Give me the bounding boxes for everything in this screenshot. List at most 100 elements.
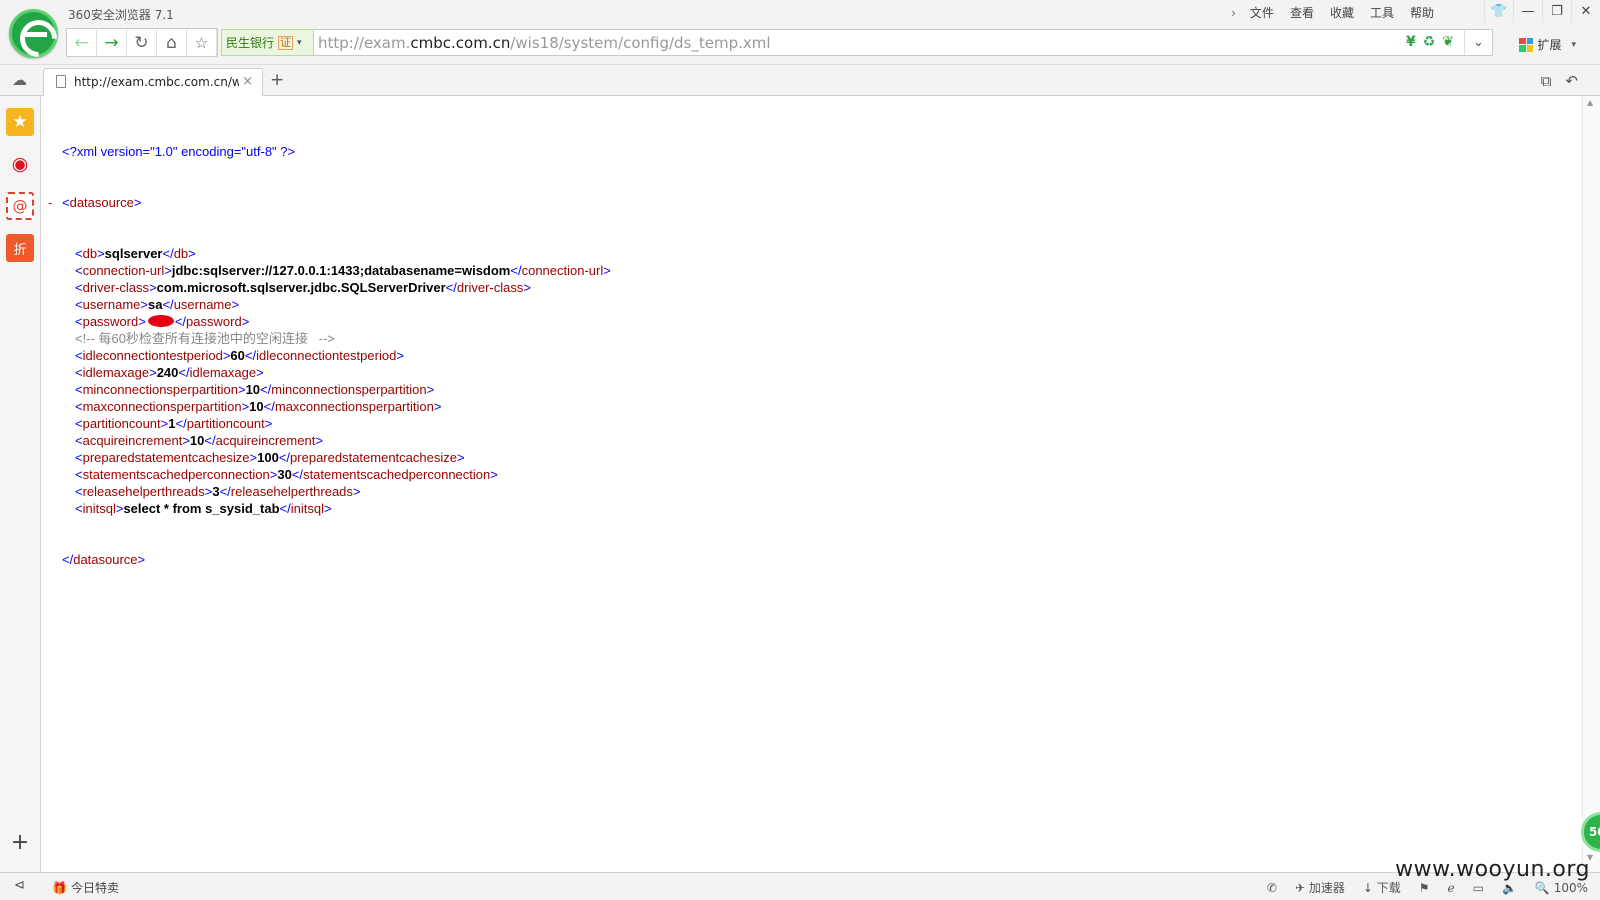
tag-name-close: username bbox=[173, 297, 232, 312]
menu-view[interactable]: 查看 bbox=[1282, 4, 1322, 22]
xml-element-row: <preparedstatementcachesize>100</prepare… bbox=[75, 450, 465, 465]
weibo-icon[interactable]: ◉ bbox=[6, 150, 34, 178]
favorites-star-icon[interactable]: ★ bbox=[6, 108, 34, 136]
xml-elements: <db>sqlserver</db> <connection-url>jdbc:s… bbox=[62, 245, 611, 517]
tag-value: sa bbox=[148, 297, 163, 312]
tab-tools: ⧉ ↶ bbox=[1541, 72, 1578, 90]
xml-element-row: <db>sqlserver</db> bbox=[75, 246, 196, 261]
tag-name-close: statementscachedperconnection bbox=[303, 467, 491, 482]
tag-value: 3 bbox=[212, 484, 220, 499]
page-icon bbox=[56, 75, 66, 88]
mail-icon[interactable]: @ bbox=[6, 192, 34, 220]
tag-name-close: acquireincrement bbox=[215, 433, 316, 448]
tag-name-close: minconnectionsperpartition bbox=[271, 382, 427, 397]
address-bar[interactable]: http://exam.cmbc.com.cn/wis18/system/con… bbox=[314, 29, 1493, 56]
collapse-sidebar-icon[interactable]: ⊲ bbox=[14, 878, 25, 893]
undo-close-icon[interactable]: ↶ bbox=[1565, 72, 1578, 90]
forward-arrow-icon[interactable]: → bbox=[97, 29, 127, 56]
close-icon[interactable]: ✕ bbox=[1571, 0, 1600, 22]
zoom-control[interactable]: 🔍 100% bbox=[1535, 881, 1588, 895]
tag-value: 10 bbox=[245, 382, 261, 397]
tag-name: maxconnectionsperpartition bbox=[82, 399, 242, 414]
back-arrow-icon[interactable]: ← bbox=[67, 29, 97, 56]
menu-tools[interactable]: 工具 bbox=[1362, 4, 1402, 22]
url-text[interactable]: http://exam.cmbc.com.cn/wis18/system/con… bbox=[318, 34, 771, 52]
refresh-icon[interactable]: ↻ bbox=[127, 29, 157, 56]
tag-name-close: password bbox=[186, 314, 242, 329]
tag-value: 240 bbox=[156, 365, 179, 380]
cloud-icon[interactable]: ☁ bbox=[12, 71, 27, 89]
menu-help[interactable]: 帮助 bbox=[1402, 4, 1442, 22]
navigation-bar: ← → ↻ ⌂ ☆ 民生银行 证 ▾ http://exam.cmbc.com.… bbox=[0, 27, 1600, 65]
sound-icon[interactable]: 🔈 bbox=[1502, 881, 1517, 895]
xml-root-open[interactable]: - <datasource> bbox=[48, 194, 611, 211]
tag-value: sqlserver bbox=[104, 246, 163, 261]
url-prefix: http://exam. bbox=[318, 34, 411, 52]
tag-name: db bbox=[82, 246, 98, 261]
menu-file[interactable]: 文件 bbox=[1242, 4, 1282, 22]
tag-value: 10 bbox=[189, 433, 205, 448]
tag-value: 30 bbox=[277, 467, 292, 482]
tag-name: driver-class bbox=[82, 280, 150, 295]
skin-icon[interactable]: 👕 bbox=[1484, 0, 1513, 22]
ie-icon[interactable]: ℯ bbox=[1448, 881, 1455, 895]
bank-cert-badge[interactable]: 民生银行 证 ▾ bbox=[221, 29, 314, 56]
sidebar: ★ ◉ @ 折 + bbox=[0, 96, 41, 872]
screenshot-icon[interactable]: ▭ bbox=[1473, 881, 1484, 895]
menu-favorites[interactable]: 收藏 bbox=[1322, 4, 1362, 22]
xml-element-row: <password> </password> bbox=[75, 314, 250, 329]
address-icons: ¥ ♻ ❦ bbox=[1406, 34, 1454, 50]
root-tag: datasource bbox=[69, 195, 134, 210]
tag-name: idlemaxage bbox=[82, 365, 150, 380]
chevron-right-icon[interactable]: › bbox=[1225, 4, 1242, 22]
leaf-icon[interactable]: ❦ bbox=[1442, 34, 1454, 50]
tag-name-close: partitioncount bbox=[186, 416, 265, 431]
collapse-toggle[interactable]: - bbox=[48, 194, 52, 211]
xml-element-row: <acquireincrement>10</acquireincrement> bbox=[75, 433, 323, 448]
tag-name-close: db bbox=[173, 246, 189, 261]
minimize-icon[interactable]: — bbox=[1513, 0, 1542, 22]
scroll-up-icon[interactable]: ▲ bbox=[1587, 98, 1593, 107]
vertical-scrollbar[interactable]: ▲ ▼ bbox=[1582, 96, 1600, 872]
window-controls: 👕 — ❐ ✕ bbox=[1484, 0, 1600, 22]
xml-element-row: <driver-class>com.microsoft.sqlserver.jd… bbox=[75, 280, 531, 295]
tag-name: minconnectionsperpartition bbox=[82, 382, 238, 397]
accelerator-button[interactable]: ✈ 加速器 bbox=[1295, 879, 1345, 896]
tag-name: partitioncount bbox=[82, 416, 161, 431]
watermark: www.wooyun.org bbox=[1395, 857, 1590, 882]
xml-element-row: <idlemaxage>240</idlemaxage> bbox=[75, 365, 264, 380]
menu-bar: › 文件 查看 收藏 工具 帮助 bbox=[1225, 4, 1442, 22]
url-path: /wis18/system/config/ds_temp.xml bbox=[510, 34, 771, 52]
star-icon[interactable]: ☆ bbox=[187, 29, 217, 56]
tab-active[interactable]: http://exam.cmbc.com.cn/wis18/system/con… bbox=[43, 68, 263, 97]
tab-list-icon[interactable]: ⧉ bbox=[1541, 72, 1552, 90]
deals-link[interactable]: 🎁 今日特卖 bbox=[52, 879, 119, 896]
status-bar: ⊲ 🎁 今日特卖 ✆ ✈ 加速器 ↓ 下载 ⚑ ℯ ▭ 🔈 🔍 100% bbox=[0, 872, 1600, 900]
browser-logo-icon[interactable] bbox=[9, 9, 58, 58]
tag-name: idleconnectiontestperiod bbox=[82, 348, 223, 363]
chevron-down-icon[interactable]: ⌄ bbox=[1464, 30, 1492, 55]
feedback-icon[interactable]: ✆ bbox=[1267, 881, 1277, 895]
redaction-mark bbox=[147, 315, 174, 327]
discount-icon[interactable]: 折 bbox=[6, 234, 34, 262]
tag-name-close: releasehelperthreads bbox=[230, 484, 353, 499]
tag-name: releasehelperthreads bbox=[82, 484, 205, 499]
recycle-icon[interactable]: ♻ bbox=[1423, 34, 1436, 50]
home-icon[interactable]: ⌂ bbox=[157, 29, 187, 56]
download-label: 下载 bbox=[1376, 881, 1401, 895]
restore-icon[interactable]: ❐ bbox=[1542, 0, 1571, 22]
new-tab-icon[interactable]: + bbox=[270, 70, 284, 90]
tag-name: password bbox=[82, 314, 139, 329]
flag-icon[interactable]: ⚑ bbox=[1419, 881, 1430, 895]
extensions-button[interactable]: 扩展 ▾ bbox=[1519, 36, 1576, 53]
tag-value: 60 bbox=[230, 348, 245, 363]
tag-value: jdbc:sqlserver://127.0.0.1:1433;database… bbox=[171, 263, 511, 278]
url-domain: cmbc.com.cn bbox=[410, 34, 511, 52]
close-tab-icon[interactable]: × bbox=[242, 74, 253, 89]
xml-declaration: <?xml version="1.0" encoding="utf-8" ?> bbox=[62, 144, 296, 159]
xml-element-row: <username>sa</username> bbox=[75, 297, 240, 312]
yen-icon[interactable]: ¥ bbox=[1406, 34, 1416, 50]
tag-name-close: preparedstatementcachesize bbox=[290, 450, 457, 465]
add-icon[interactable]: + bbox=[6, 828, 34, 856]
tag-value: 100 bbox=[257, 450, 279, 465]
